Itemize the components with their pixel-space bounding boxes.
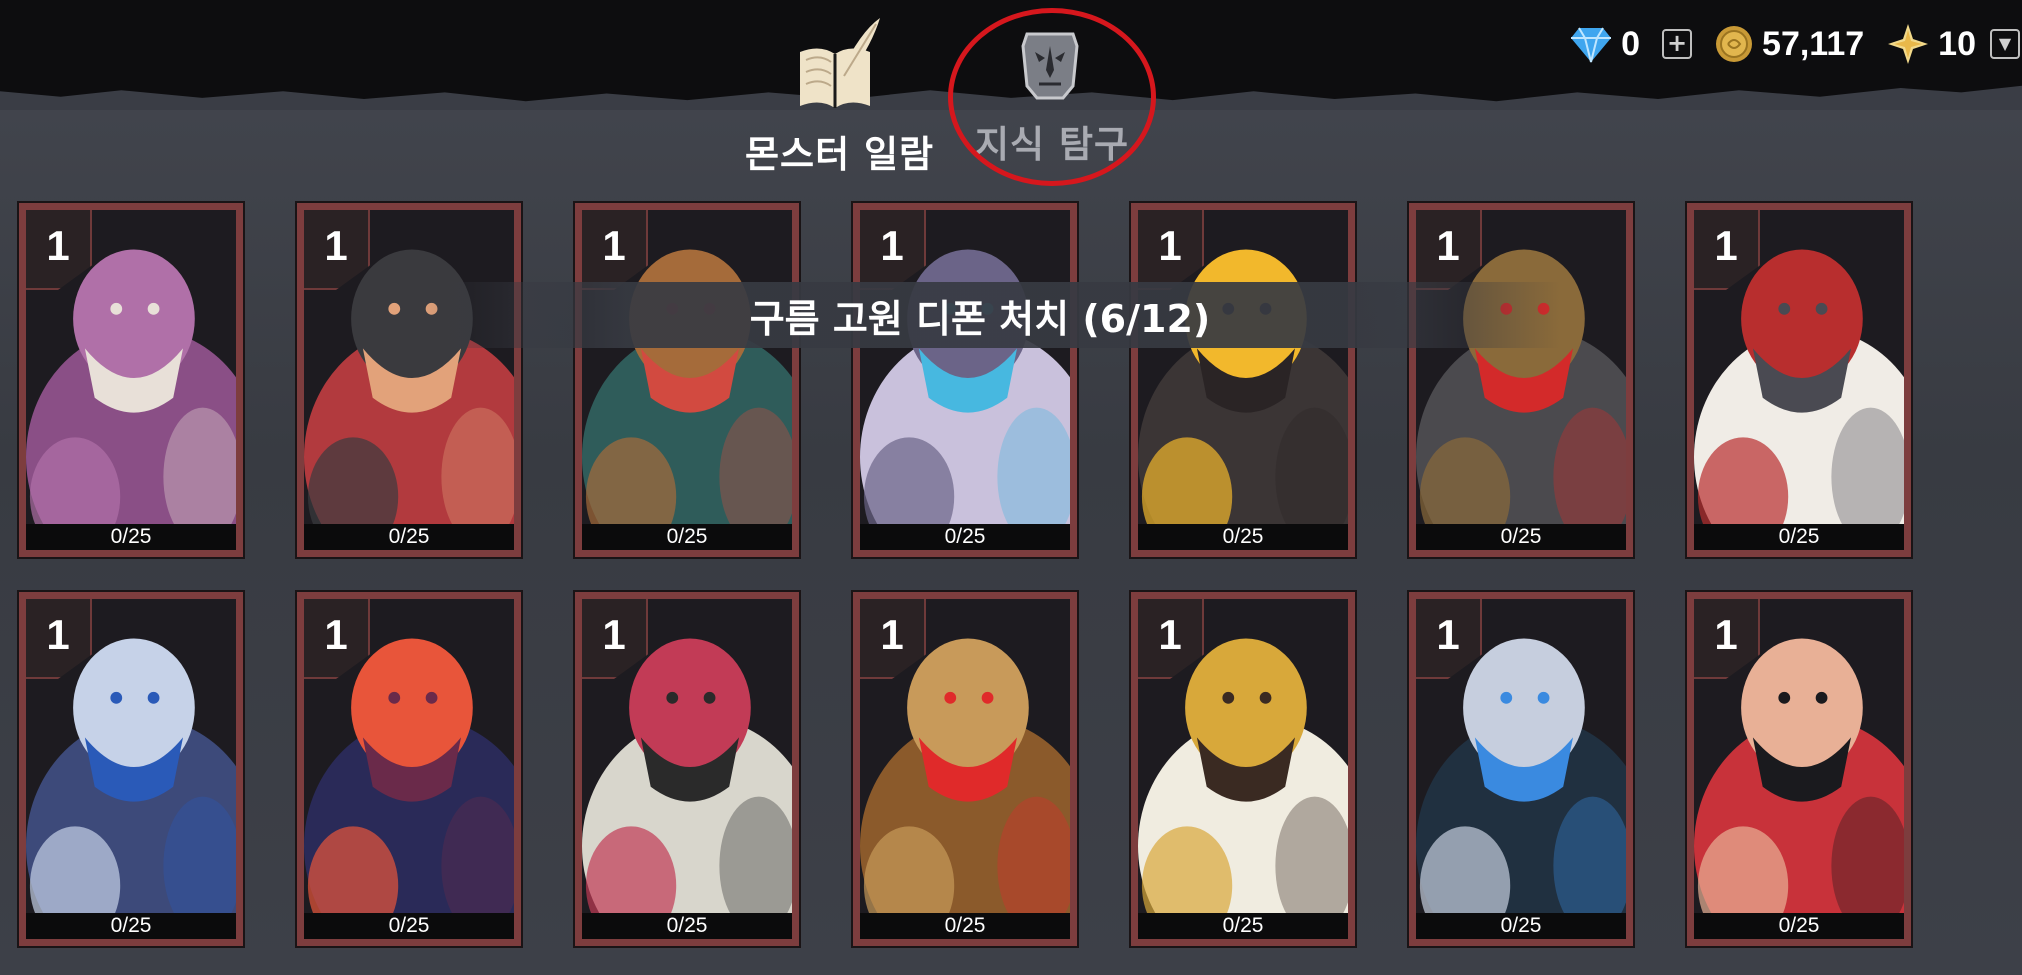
monster-portrait-frame: 1 0/25	[1416, 210, 1626, 550]
card-progress: 0/25	[304, 524, 514, 550]
monster-card[interactable]: 1 0/25	[851, 201, 1079, 559]
monster-portrait-frame: 1 0/25	[860, 599, 1070, 939]
monster-portrait-frame: 1 0/25	[26, 210, 236, 550]
monster-portrait-frame: 1 0/25	[304, 210, 514, 550]
tab-monster-label: 몬스터 일람	[745, 133, 935, 176]
card-progress: 0/25	[582, 913, 792, 939]
card-progress: 0/25	[1416, 524, 1626, 550]
quest-text: 구름 고원 디폰 처치 (6/12)	[749, 296, 1211, 341]
card-progress: 0/25	[860, 524, 1070, 550]
card-progress: 0/25	[1138, 524, 1348, 550]
monster-portrait-frame: 1 0/25	[860, 210, 1070, 550]
monster-card[interactable]: 1 0/25	[295, 201, 523, 559]
add-gems-button[interactable]: +	[1662, 29, 1693, 59]
card-progress: 0/25	[1416, 913, 1626, 939]
book-icon	[800, 18, 880, 108]
gems-value: 0	[1621, 24, 1641, 63]
monster-card[interactable]: 1 0/25	[1407, 590, 1635, 948]
monster-card[interactable]: 1 0/25	[1129, 201, 1357, 559]
monster-card[interactable]: 1 0/25	[851, 590, 1079, 948]
gold-value: 57,117	[1762, 24, 1865, 63]
card-progress: 0/25	[304, 913, 514, 939]
monster-portrait-frame: 1 0/25	[1694, 599, 1904, 939]
gold-coin-icon	[1716, 26, 1753, 62]
monster-portrait-frame: 1 0/25	[1138, 210, 1348, 550]
card-progress: 0/25	[1694, 913, 1904, 939]
monster-card[interactable]: 1 0/25	[1685, 590, 1913, 948]
card-progress: 0/25	[582, 524, 792, 550]
monster-portrait-frame: 1 0/25	[304, 599, 514, 939]
monster-card[interactable]: 1 0/25	[17, 201, 245, 559]
monster-card[interactable]: 1 0/25	[1129, 590, 1357, 948]
monster-card[interactable]: 1 0/25	[17, 590, 245, 948]
monster-card[interactable]: 1 0/25	[295, 590, 523, 948]
currency-bar: 0 + 57,117 10 ▼	[1569, 22, 2022, 66]
expand-currency-button[interactable]: ▼	[1990, 29, 2020, 59]
star-icon	[1888, 24, 1929, 64]
monster-portrait-frame: 1 0/25	[1138, 599, 1348, 939]
monster-card[interactable]: 1 0/25	[1685, 201, 1913, 559]
monster-portrait-frame: 1 0/25	[1694, 210, 1904, 550]
highlight-circle	[948, 8, 1156, 186]
monster-portrait-frame: 1 0/25	[1416, 599, 1626, 939]
monster-portrait-frame: 1 0/25	[26, 599, 236, 939]
monster-card[interactable]: 1 0/25	[1407, 201, 1635, 559]
monster-card[interactable]: 1 0/25	[573, 201, 801, 559]
tab-monster-list[interactable]: 몬스터 일람	[745, 14, 935, 178]
monster-portrait-frame: 1 0/25	[582, 210, 792, 550]
monster-portrait-frame: 1 0/25	[582, 599, 792, 939]
monster-card[interactable]: 1 0/25	[573, 590, 801, 948]
stars-value: 10	[1938, 24, 1976, 63]
card-progress: 0/25	[860, 913, 1070, 939]
card-progress: 0/25	[26, 913, 236, 939]
card-progress: 0/25	[1138, 913, 1348, 939]
quest-banner: 구름 고원 디폰 처치 (6/12)	[420, 282, 1560, 348]
diamond-icon	[1571, 27, 1612, 63]
card-progress: 0/25	[26, 524, 236, 550]
card-progress: 0/25	[1694, 524, 1904, 550]
